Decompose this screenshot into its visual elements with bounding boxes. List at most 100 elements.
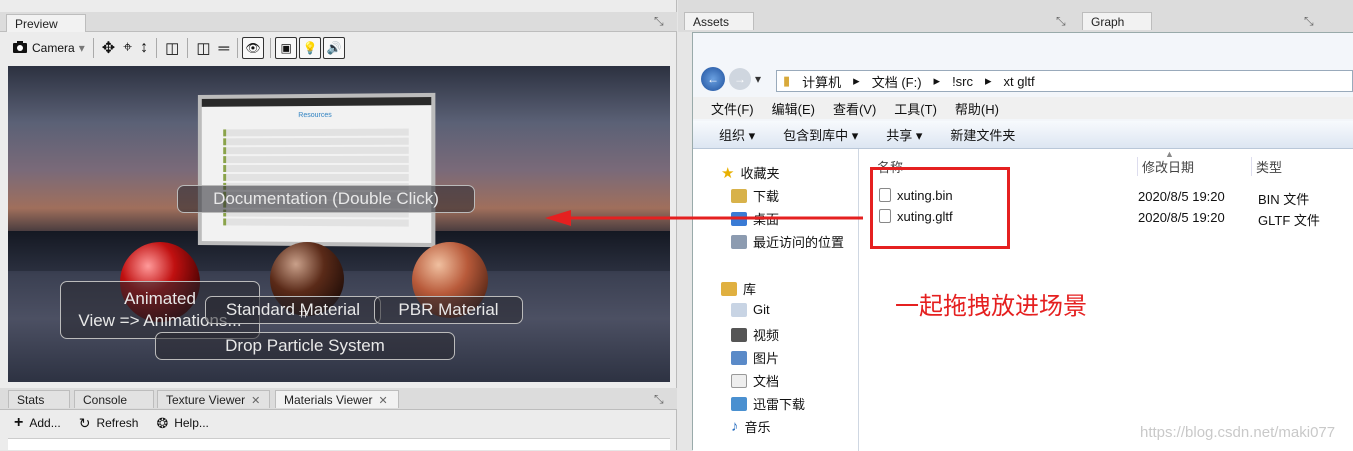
libraries-header[interactable]: 库 (721, 279, 756, 298)
tab-texture-viewer[interactable]: Texture Viewer ✕ (157, 390, 270, 408)
tab-stats[interactable]: Stats (8, 390, 70, 408)
breadcrumb[interactable]: ▮ 计算机 ▸ 文档 (F:) ▸ !src ▸ xt gltf (776, 70, 1353, 92)
chevron-down-icon[interactable]: ▾ (755, 72, 761, 86)
annotation-text: 一起拖拽放进场景 (895, 292, 1087, 320)
forward-arrow-icon[interactable]: → (729, 68, 751, 90)
menu-help[interactable]: 帮助(H) (955, 99, 999, 118)
breadcrumb-item[interactable]: 文档 (F:) (866, 72, 928, 91)
expand-icon[interactable]: ⤡ (654, 392, 664, 407)
menu-view[interactable]: 查看(V) (833, 99, 876, 118)
tab-graph[interactable]: Graph (1082, 12, 1152, 30)
add-button[interactable]: + Add... (14, 414, 61, 432)
column-header-type[interactable]: 类型 (1251, 157, 1282, 176)
scale-tool-button[interactable]: ↕ (136, 37, 152, 59)
file-type: GLTF 文件 (1258, 213, 1320, 228)
help-icon: ❂ (156, 414, 169, 431)
lightbulb-icon: 💡 (302, 41, 318, 55)
tab-console[interactable]: Console (74, 390, 154, 408)
share-button[interactable]: 共享 ▾ (886, 125, 922, 144)
expand-icon[interactable]: ⤡ (1304, 14, 1314, 29)
split-panel-icon: ◫ (196, 40, 211, 57)
highlight-box (870, 167, 1010, 249)
bottom-panel: Stats Console Texture Viewer ✕ Materials … (0, 386, 677, 450)
cursor-icon: ⌗ (299, 306, 309, 323)
sidebar-item-pictures[interactable]: 图片 (731, 348, 779, 367)
camera-icon (12, 40, 28, 57)
drag-arrow (545, 210, 863, 226)
list-item (223, 218, 409, 227)
list-item (223, 164, 409, 173)
command-bar: 组织 ▾ 包含到库中 ▾ 共享 ▾ 新建文件夹 (693, 121, 1353, 149)
right-dock: Assets ⤡ Graph ⤡ (678, 0, 1353, 32)
breadcrumb-item[interactable]: 计算机 (796, 72, 847, 91)
download-folder-icon (731, 396, 747, 411)
plus-icon: + (14, 414, 24, 431)
panel-header (201, 97, 432, 107)
move-icon: ✥ (101, 40, 116, 57)
sidebar-item-recent[interactable]: 最近访问的位置 (731, 232, 844, 251)
tab-preview[interactable]: Preview (6, 14, 86, 32)
documentation-label[interactable]: Documentation (Double Click) (177, 185, 475, 213)
breadcrumb-item[interactable]: xt gltf (998, 74, 1041, 89)
expand-icon[interactable]: ⤡ (1056, 14, 1066, 29)
bottom-tabbar: Stats Console Texture Viewer ✕ Materials … (0, 388, 677, 410)
file-date: 2020/8/5 19:20 (1138, 189, 1225, 204)
pbr-material-label[interactable]: PBR Material (374, 296, 523, 324)
recent-places-icon (731, 234, 747, 249)
menu-file[interactable]: 文件(F) (711, 99, 754, 118)
panel-icon: ◫ (165, 40, 180, 57)
favorites-label: 收藏夹 (740, 166, 780, 181)
standard-material-label[interactable]: Standard Material (205, 296, 381, 324)
list-item (223, 137, 409, 146)
sidebar-item-thunder[interactable]: 迅雷下载 (731, 394, 805, 413)
new-folder-button[interactable]: 新建文件夹 (950, 125, 1015, 144)
split-view-button[interactable]: ◫ (192, 37, 214, 59)
file-date: 2020/8/5 19:20 (1138, 210, 1225, 225)
back-arrow-icon[interactable]: ← (701, 67, 725, 91)
video-icon (731, 327, 747, 342)
close-icon[interactable]: ✕ (378, 395, 387, 407)
sidebar-item-downloads[interactable]: 下载 (731, 186, 779, 205)
particle-system-label[interactable]: Drop Particle System (155, 332, 455, 360)
tab-assets[interactable]: Assets (684, 12, 754, 30)
add-label: Add... (29, 416, 61, 430)
sidebar-item-label: 音乐 (744, 420, 771, 435)
menu-edit[interactable]: 编辑(E) (772, 99, 815, 118)
separator: ▸ (853, 73, 860, 88)
sound-button[interactable]: 🔊 (323, 37, 346, 59)
preview-toolbar: Camera ▾ ✥ ⌖ ↕ ◫ ◫ ═ 👁 ▣ 💡 🔊 (8, 36, 347, 60)
image-button[interactable]: ▣ (275, 37, 298, 59)
sidebar-item-git[interactable]: Git (731, 302, 770, 317)
rotate-tool-button[interactable]: ⌖ (119, 37, 136, 59)
column-header-date[interactable]: 修改日期 (1137, 157, 1194, 176)
sidebar-item-videos[interactable]: 视频 (731, 325, 779, 344)
expand-icon[interactable]: ⤡ (654, 14, 664, 29)
documentation-panel[interactable]: Resources (197, 92, 436, 248)
camera-button[interactable]: Camera ▾ (8, 37, 89, 59)
refresh-button[interactable]: ↻ Refresh (79, 415, 139, 432)
close-icon[interactable]: ✕ (251, 395, 260, 407)
libraries-label: 库 (743, 282, 757, 297)
breadcrumb-item[interactable]: !src (946, 74, 979, 89)
folder-icon: ▮ (783, 73, 791, 88)
light-button[interactable]: 💡 (299, 37, 322, 59)
move-tool-button[interactable]: ✥ (98, 37, 119, 59)
list-item (223, 146, 409, 155)
visibility-button[interactable]: 👁 (242, 37, 265, 59)
favorites-header[interactable]: ★ 收藏夹 (721, 163, 779, 182)
organize-button[interactable]: 组织 ▾ (719, 125, 755, 144)
sidebar-item-music[interactable]: ♪ 音乐 (731, 417, 771, 436)
list-item (223, 128, 409, 137)
help-button[interactable]: ❂ Help... (156, 415, 208, 432)
vertical-arrows-icon: ↕ (140, 39, 149, 56)
equals-icon: ═ (218, 39, 230, 57)
refresh-icon: ↻ (78, 414, 91, 431)
tab-materials-viewer[interactable]: Materials Viewer ✕ (275, 390, 399, 408)
sidebar-item-documents[interactable]: 文档 (731, 371, 779, 390)
chevron-down-icon: ▾ (78, 41, 85, 55)
menu-tools[interactable]: 工具(T) (894, 99, 937, 118)
include-in-library-button[interactable]: 包含到库中 ▾ (783, 125, 858, 144)
bounding-box-button[interactable]: ◫ (161, 37, 183, 59)
separator: ▸ (985, 73, 992, 88)
horizontal-split-button[interactable]: ═ (215, 37, 234, 59)
